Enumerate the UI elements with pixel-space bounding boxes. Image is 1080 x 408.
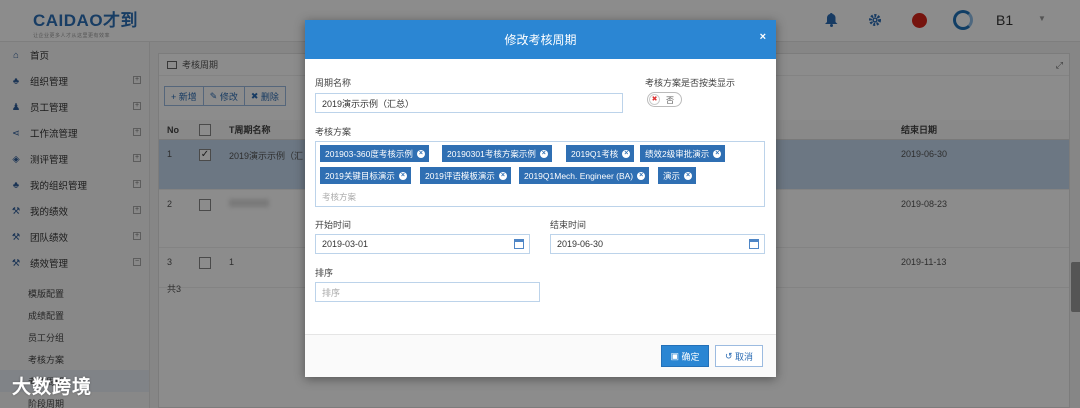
plan-tag-label: 2019评语模板演示 (425, 170, 495, 181)
start-date-input[interactable]: 2019-03-01 (315, 234, 530, 254)
start-date-value: 2019-03-01 (322, 239, 369, 249)
cancel-label: 取消 (735, 351, 754, 362)
remove-tag-icon[interactable]: × (539, 149, 548, 158)
classify-toggle[interactable]: ✖ 否 (647, 92, 682, 107)
plan-tag: 2019Q1Mech. Engineer (BA) × (519, 167, 650, 184)
plan-tag: 20190301考核方案示例 × (442, 145, 552, 162)
plan-tag-label: 绩效2级审批演示 (645, 148, 710, 159)
save-icon: ▣ (670, 350, 682, 361)
plan-tag-label: 2019关键目标演示 (325, 170, 395, 181)
remove-tag-icon[interactable]: × (637, 171, 646, 180)
plans-placeholder: 考核方案 (322, 192, 357, 202)
plans-label: 考核方案 (315, 127, 352, 137)
plan-tag-label: 2019Q1考核 (571, 148, 619, 159)
plan-tag-label: 20190301考核方案示例 (447, 148, 536, 159)
side-handle[interactable] (1071, 262, 1080, 312)
toggle-text: 否 (666, 96, 674, 105)
classify-label: 考核方案是否按类显示 (645, 78, 736, 88)
plan-tag: 绩效2级审批演示 × (640, 145, 726, 162)
dialog-header: 修改考核周期 (305, 20, 776, 59)
plan-tag-label: 201903-360度考核示例 (325, 148, 413, 159)
start-label: 开始时间 (315, 220, 352, 230)
cancel-button[interactable]: ↺ 取消 (715, 345, 763, 367)
calendar-icon[interactable] (514, 239, 524, 249)
edit-cycle-dialog: 修改考核周期 × 周期名称 2019演示示例（汇总） 考核方案是否按类显示 ✖ … (305, 20, 776, 377)
plan-tag: 2019评语模板演示 × (420, 167, 511, 184)
close-icon[interactable]: × (760, 31, 766, 43)
order-label: 排序 (315, 268, 334, 278)
name-input[interactable]: 2019演示示例（汇总） (315, 93, 623, 113)
remove-tag-icon[interactable]: × (684, 171, 693, 180)
remove-tag-icon[interactable]: × (622, 149, 631, 158)
remove-tag-icon[interactable]: × (398, 171, 407, 180)
remove-tag-icon[interactable]: × (416, 149, 425, 158)
calendar-icon[interactable] (749, 239, 759, 249)
watermark: 大数跨境 (12, 377, 93, 398)
toggle-off-icon: ✖ (649, 94, 660, 105)
confirm-button[interactable]: ▣ 确定 (661, 345, 709, 367)
end-date-input[interactable]: 2019-06-30 (550, 234, 765, 254)
dialog-title: 修改考核周期 (504, 33, 577, 47)
end-label: 结束时间 (550, 220, 587, 230)
dialog-footer: ▣ 确定 ↺ 取消 (305, 334, 776, 377)
plan-tag: 201903-360度考核示例 × (320, 145, 429, 162)
remove-tag-icon[interactable]: × (713, 149, 722, 158)
order-input[interactable]: 排序 (315, 282, 540, 302)
plan-tag-label: 2019Q1Mech. Engineer (BA) (524, 170, 634, 181)
remove-tag-icon[interactable]: × (498, 171, 507, 180)
plan-tag-label: 演示 (663, 170, 681, 181)
plan-tag: 2019Q1考核 × (566, 145, 635, 162)
undo-icon: ↺ (724, 350, 736, 361)
plans-multiselect[interactable]: 201903-360度考核示例 × 20190301考核方案示例 × 2019Q1考核 ×… (315, 141, 765, 207)
confirm-label: 确定 (681, 351, 700, 362)
plan-tag: 2019关键目标演示 × (320, 167, 411, 184)
plan-tag: 演示 × (658, 167, 697, 184)
end-date-value: 2019-06-30 (557, 239, 604, 249)
name-label: 周期名称 (315, 78, 352, 88)
